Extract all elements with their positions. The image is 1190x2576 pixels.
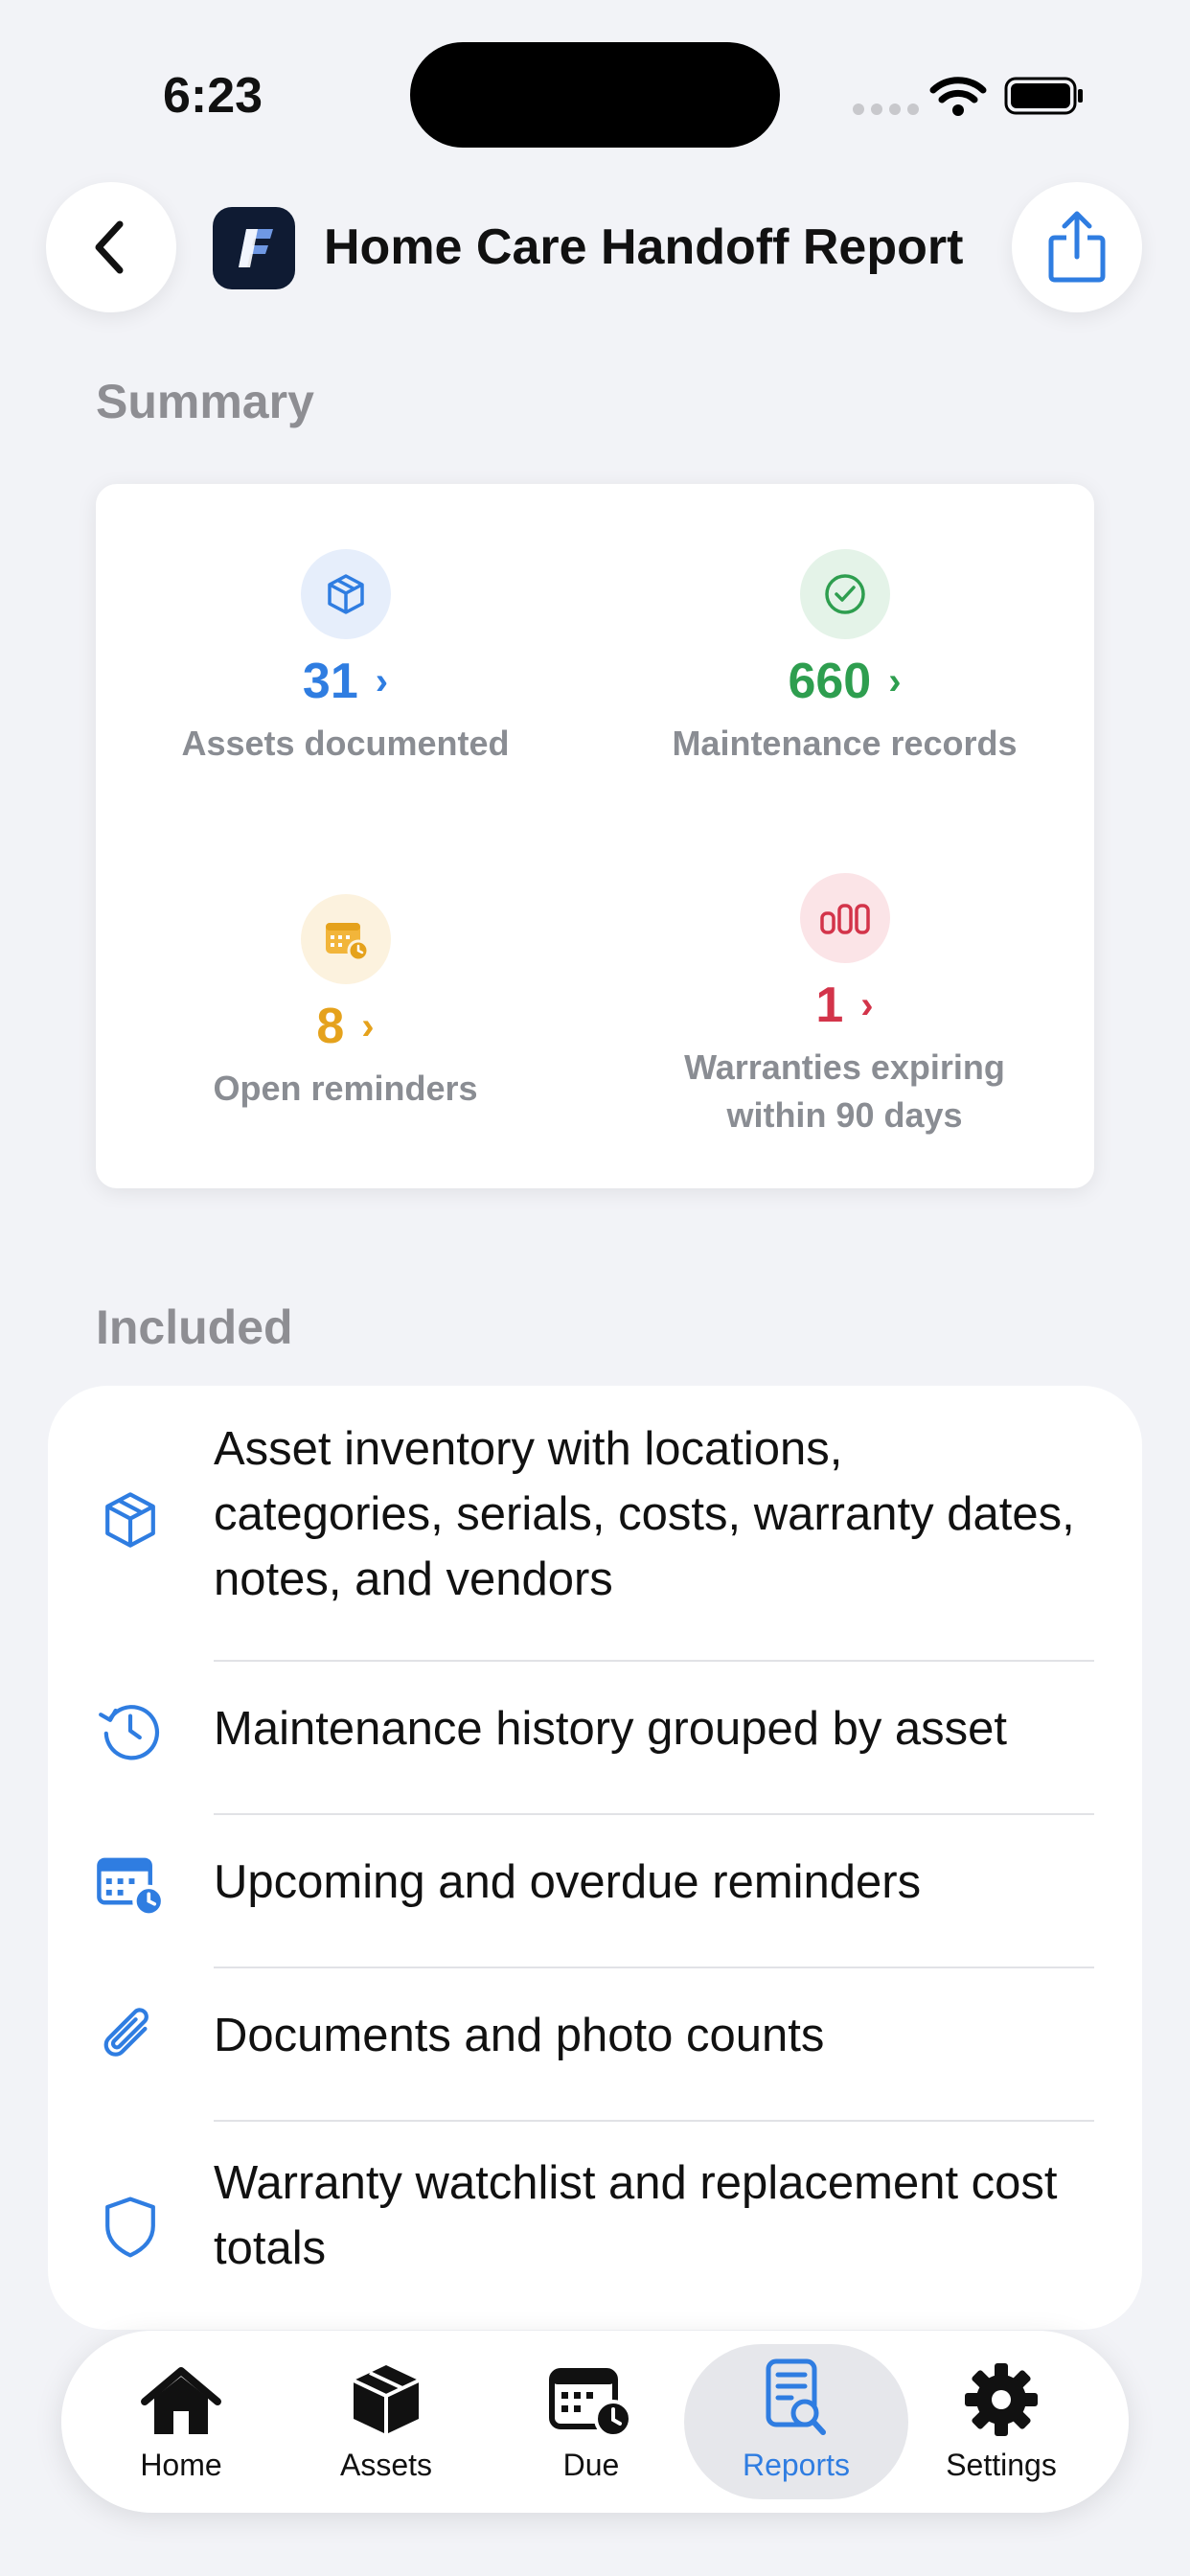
stat-label: Warranties expiring within 90 days — [684, 1047, 1005, 1135]
included-section-title: Included — [96, 1300, 293, 1354]
cellular-signal-icon — [853, 104, 919, 115]
summary-section-title: Summary — [96, 375, 314, 428]
box-icon — [300, 549, 391, 639]
page-title: Home Care Handoff Report — [324, 219, 964, 275]
divider — [214, 1660, 1094, 1662]
stat-warranties-expiring[interactable]: 1 › Warranties expiring within 90 days — [595, 873, 1094, 1139]
tab-home[interactable]: Home — [69, 2344, 293, 2499]
calendar-clock-icon — [92, 1846, 169, 1922]
stat-value: 660 — [788, 654, 872, 709]
report-search-icon — [684, 2352, 908, 2438]
chevron-right-icon: › — [860, 983, 874, 1026]
app-logo — [213, 207, 295, 289]
stat-label: Open reminders — [213, 1069, 478, 1108]
gear-icon — [889, 2352, 1113, 2438]
stat-open-reminders[interactable]: 8 › Open reminders — [96, 894, 595, 1113]
divider — [214, 1966, 1094, 1968]
house-icon — [69, 2352, 293, 2438]
chevron-right-icon: › — [888, 659, 902, 702]
summary-card: 31 › Assets documented 660 › Maintenance… — [96, 484, 1094, 1188]
dynamic-island — [410, 42, 780, 148]
stat-maintenance-records[interactable]: 660 › Maintenance records — [595, 549, 1094, 768]
list-item-text: Warranty watchlist and replacement cost … — [214, 2157, 1058, 2274]
tab-settings[interactable]: Settings — [889, 2344, 1113, 2499]
included-card: Asset inventory with locations, categori… — [48, 1386, 1142, 2330]
calendar-clock-icon — [300, 894, 391, 984]
tab-bar: Home Assets Due Reports Settings — [61, 2331, 1129, 2513]
stat-value: 31 — [302, 654, 358, 709]
tab-reports[interactable]: Reports — [684, 2344, 908, 2499]
chevron-right-icon: › — [361, 1004, 375, 1047]
bar-chart-icon — [799, 873, 890, 963]
stat-value: 1 — [815, 978, 844, 1033]
tab-label: Settings — [946, 2448, 1057, 2482]
list-item-text: Asset inventory with locations, categori… — [214, 1423, 1075, 1605]
history-icon — [92, 1692, 169, 1769]
list-item-text: Maintenance history grouped by asset — [214, 1703, 1008, 1755]
stat-label: Assets documented — [181, 724, 510, 763]
list-item-text: Documents and photo counts — [214, 2010, 825, 2061]
divider — [214, 1813, 1094, 1815]
paperclip-icon — [92, 1997, 169, 2074]
stat-label: Maintenance records — [672, 724, 1018, 763]
tab-assets[interactable]: Assets — [274, 2344, 498, 2499]
list-item-text: Upcoming and overdue reminders — [214, 1856, 922, 1908]
chevron-left-icon — [95, 220, 124, 274]
box-icon — [92, 1482, 169, 1558]
stat-value: 8 — [316, 999, 345, 1054]
tab-label: Assets — [339, 2448, 433, 2482]
app-logo-icon — [239, 229, 273, 267]
calendar-clock-icon — [479, 2352, 703, 2438]
cube-icon — [274, 2352, 498, 2438]
status-time: 6:23 — [163, 68, 263, 124]
divider — [214, 2120, 1094, 2122]
check-circle-icon — [799, 549, 890, 639]
wifi-icon — [929, 77, 987, 116]
chevron-right-icon: › — [375, 659, 389, 702]
shield-icon — [92, 2189, 169, 2266]
tab-due[interactable]: Due — [479, 2344, 703, 2499]
back-button[interactable] — [46, 182, 176, 312]
battery-icon — [1004, 77, 1083, 115]
stat-assets-documented[interactable]: 31 › Assets documented — [96, 549, 595, 768]
share-icon — [1048, 211, 1106, 283]
share-button[interactable] — [1012, 182, 1142, 312]
tab-label: Reports — [742, 2448, 851, 2482]
tab-label: Due — [562, 2448, 620, 2482]
tab-label: Home — [140, 2448, 222, 2482]
